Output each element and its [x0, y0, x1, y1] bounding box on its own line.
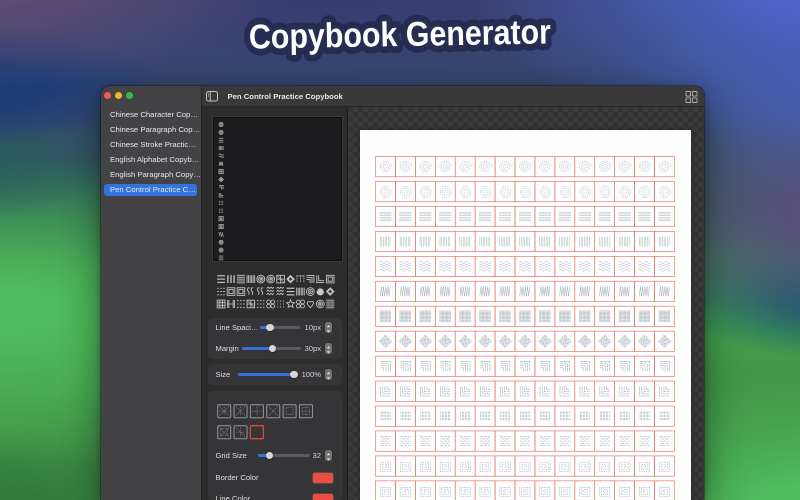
- svg-text:Copybook Generator: Copybook Generator: [249, 13, 552, 56]
